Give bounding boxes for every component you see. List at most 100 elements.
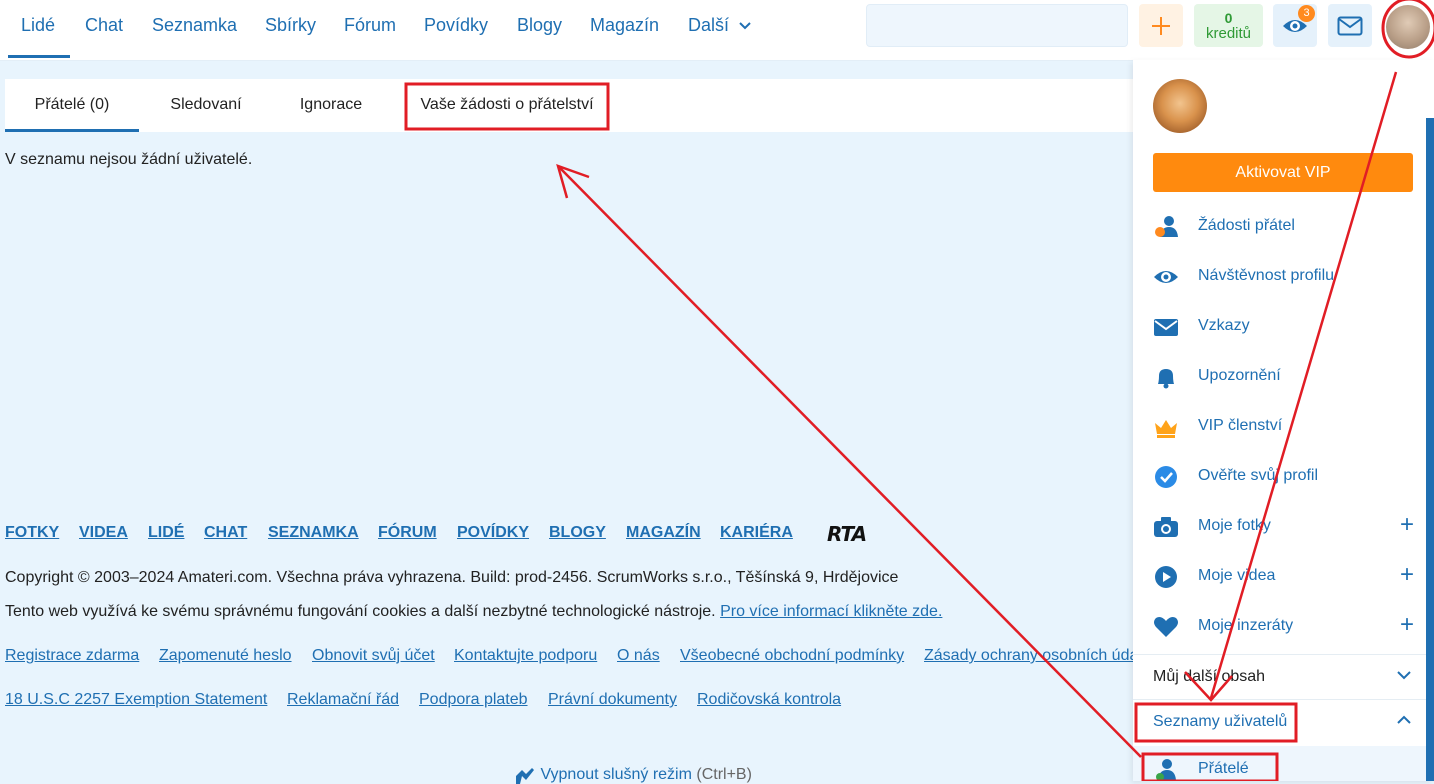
plus-icon bbox=[1152, 16, 1170, 35]
menu-my-photos-label: Moje fotky bbox=[1198, 517, 1271, 534]
activate-vip-button[interactable]: Aktivovat VIP bbox=[1153, 153, 1413, 192]
rta-logo: RTA bbox=[827, 522, 867, 546]
section-more-content-label: Můj další obsah bbox=[1153, 668, 1266, 685]
footer-link-kariera[interactable]: KARIÉRA bbox=[720, 524, 793, 542]
add-video-plus-icon[interactable]: + bbox=[1400, 563, 1414, 587]
link-complaints[interactable]: Reklamační řád bbox=[287, 691, 399, 709]
footer-link-lide[interactable]: LIDÉ bbox=[148, 524, 184, 542]
link-terms[interactable]: Všeobecné obchodní podmínky bbox=[680, 647, 904, 665]
menu-profile-visits[interactable]: Návštěvnost profilu bbox=[1133, 257, 1426, 297]
credits-label: kreditů bbox=[1205, 24, 1252, 42]
nav-dalsi-label: Další bbox=[688, 15, 730, 35]
link-2257[interactable]: 18 U.S.C 2257 Exemption Statement bbox=[5, 691, 267, 709]
add-ad-plus-icon[interactable]: + bbox=[1400, 613, 1414, 637]
tab-friend-requests[interactable]: Vaše žádosti o přátelství bbox=[407, 79, 607, 129]
add-content-button[interactable] bbox=[1139, 4, 1183, 47]
footer-link-povidky[interactable]: POVÍDKY bbox=[457, 524, 529, 542]
menu-friend-requests-label: Žádosti přátel bbox=[1198, 217, 1295, 234]
tab-following[interactable]: Sledovaní bbox=[145, 79, 267, 129]
nav-seznamka[interactable]: Seznamka bbox=[152, 0, 237, 58]
footer-link-blogy[interactable]: BLOGY bbox=[549, 524, 606, 542]
menu-notifications-label: Upozornění bbox=[1198, 367, 1281, 384]
link-about[interactable]: O nás bbox=[617, 647, 660, 665]
nav-magazin[interactable]: Magazín bbox=[590, 0, 659, 58]
cookies-notice: Tento web využívá ke svému správnému fun… bbox=[5, 603, 942, 621]
credits-button[interactable]: 0 kreditů bbox=[1194, 4, 1263, 47]
menu-messages[interactable]: Vzkazy bbox=[1133, 307, 1426, 347]
search-input[interactable] bbox=[866, 4, 1128, 47]
user-menu-panel: Aktivovat VIP Žádosti přátel Návštěvnost… bbox=[1133, 60, 1434, 781]
hand-icon bbox=[516, 768, 534, 784]
link-forgot-password[interactable]: Zapomenuté heslo bbox=[159, 647, 292, 665]
panel-scrollbar[interactable] bbox=[1426, 118, 1434, 781]
menu-my-videos[interactable]: Moje videa + bbox=[1133, 557, 1426, 597]
tab-friends[interactable]: Přátelé (0) bbox=[5, 79, 139, 132]
menu-verify-profile-label: Ověřte svůj profil bbox=[1198, 467, 1319, 484]
link-restore-account[interactable]: Obnovit svůj účet bbox=[312, 647, 435, 665]
chevron-down-icon bbox=[1397, 671, 1411, 680]
camera-icon bbox=[1154, 517, 1178, 537]
nav-forum[interactable]: Fórum bbox=[344, 0, 396, 58]
arrow-line-friends-to-tab bbox=[559, 167, 1142, 758]
menu-verify-profile[interactable]: Ověřte svůj profil bbox=[1133, 457, 1426, 497]
friends-icon bbox=[1156, 759, 1176, 781]
bell-icon bbox=[1158, 369, 1174, 389]
friends-tabs: Přátelé (0) Sledovaní Ignorace Vaše žádo… bbox=[5, 79, 1135, 132]
footer-link-magazin[interactable]: MAGAZÍN bbox=[626, 524, 701, 542]
menu-my-ads-label: Moje inzeráty bbox=[1198, 617, 1294, 634]
footer-link-videa[interactable]: VIDEA bbox=[79, 524, 128, 542]
chevron-down-icon bbox=[739, 22, 751, 30]
nav-sbirky[interactable]: Sbírky bbox=[265, 0, 316, 58]
friend-request-icon bbox=[1155, 216, 1178, 237]
panel-avatar[interactable] bbox=[1153, 79, 1207, 133]
footer-link-seznamka[interactable]: SEZNAMKA bbox=[268, 524, 359, 542]
nav-lide[interactable]: Lidé bbox=[8, 0, 70, 58]
menu-my-ads[interactable]: Moje inzeráty + bbox=[1133, 607, 1426, 647]
menu-friend-requests[interactable]: Žádosti přátel bbox=[1133, 207, 1426, 247]
cookies-more-link[interactable]: Pro více informací klikněte zde. bbox=[720, 603, 942, 620]
menu-my-videos-label: Moje videa bbox=[1198, 567, 1276, 584]
link-parental-control[interactable]: Rodičovská kontrola bbox=[697, 691, 841, 709]
nav-povidky[interactable]: Povídky bbox=[424, 0, 488, 58]
menu-friends-label: Přátelé bbox=[1198, 760, 1249, 777]
messages-button[interactable] bbox=[1328, 4, 1372, 47]
link-payment-support[interactable]: Podpora plateb bbox=[419, 691, 528, 709]
menu-vip-membership-label: VIP členství bbox=[1198, 417, 1283, 434]
section-more-content[interactable]: Můj další obsah bbox=[1133, 654, 1426, 699]
footer-link-fotky[interactable]: FOTKY bbox=[5, 524, 59, 542]
nav-blogy[interactable]: Blogy bbox=[517, 0, 562, 58]
verified-badge-icon bbox=[1155, 466, 1177, 488]
play-icon bbox=[1155, 566, 1177, 588]
crown-icon bbox=[1155, 420, 1177, 438]
eye-icon bbox=[1154, 271, 1178, 283]
mail-icon bbox=[1154, 319, 1178, 336]
mail-icon bbox=[1337, 16, 1363, 35]
nav-chat[interactable]: Chat bbox=[85, 0, 123, 58]
footer-link-chat[interactable]: CHAT bbox=[204, 524, 247, 542]
section-user-lists-label: Seznamy uživatelů bbox=[1153, 713, 1288, 730]
copyright-text: Copyright © 2003–2024 Amateri.com. Všech… bbox=[5, 569, 899, 586]
link-legal-documents[interactable]: Právní dokumenty bbox=[548, 691, 677, 709]
footer-link-forum[interactable]: FÓRUM bbox=[378, 524, 437, 542]
link-registration[interactable]: Registrace zdarma bbox=[5, 647, 139, 665]
arrow-head-tab bbox=[556, 164, 590, 199]
section-user-lists[interactable]: Seznamy uživatelů bbox=[1133, 699, 1426, 744]
menu-notifications[interactable]: Upozornění bbox=[1133, 357, 1426, 397]
user-avatar-button[interactable] bbox=[1386, 5, 1430, 49]
add-photo-plus-icon[interactable]: + bbox=[1400, 513, 1414, 537]
nav-dalsi[interactable]: Další bbox=[688, 0, 752, 58]
visits-button[interactable]: 3 bbox=[1273, 4, 1317, 47]
link-privacy[interactable]: Zásady ochrany osobních údajů bbox=[924, 647, 1151, 665]
top-navigation: Lidé Chat Seznamka Sbírky Fórum Povídky … bbox=[0, 0, 1434, 61]
empty-list-message: V seznamu nejsou žádní uživatelé. bbox=[5, 151, 253, 168]
menu-profile-visits-label: Návštěvnost profilu bbox=[1198, 267, 1335, 284]
visits-badge: 3 bbox=[1298, 5, 1315, 22]
menu-vip-membership[interactable]: VIP členství bbox=[1133, 407, 1426, 447]
cookies-text: Tento web využívá ke svému správnému fun… bbox=[5, 603, 721, 620]
safe-mode-toggle[interactable]: Vypnout slušný režim (Ctrl+B) bbox=[512, 766, 752, 784]
link-contact-support[interactable]: Kontaktujte podporu bbox=[454, 647, 597, 665]
heart-icon bbox=[1154, 617, 1178, 637]
menu-my-photos[interactable]: Moje fotky + bbox=[1133, 507, 1426, 547]
menu-friends[interactable]: Přátelé bbox=[1133, 746, 1426, 781]
tab-ignored[interactable]: Ignorace bbox=[275, 79, 387, 129]
